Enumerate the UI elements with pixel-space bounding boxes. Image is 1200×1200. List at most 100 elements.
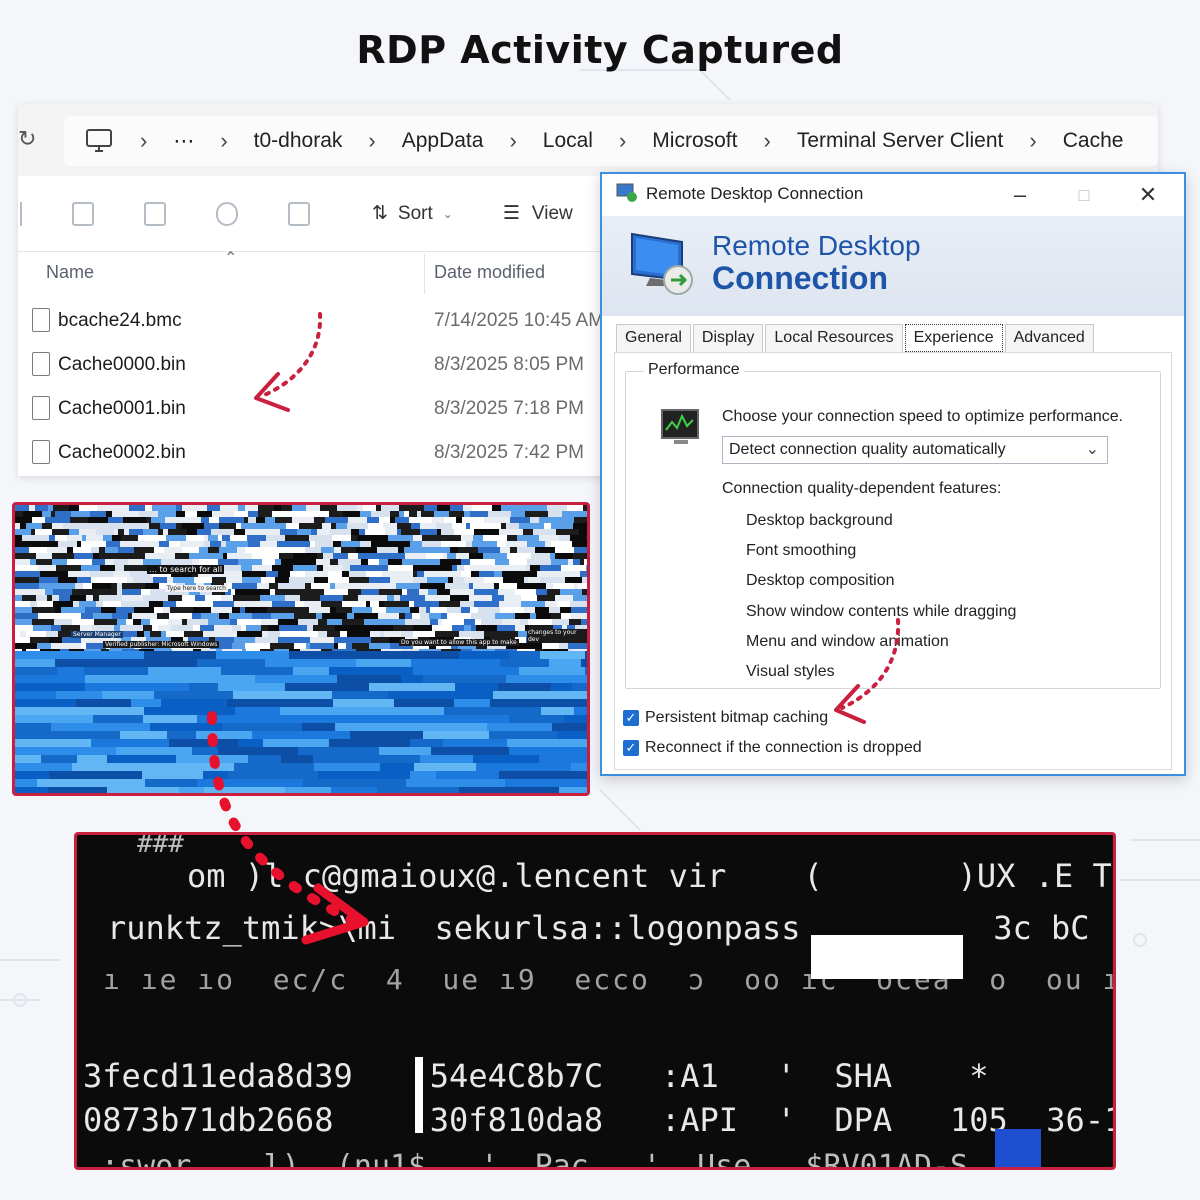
bitmap-tile [493,553,507,559]
tab-advanced[interactable]: Advanced [1004,324,1094,352]
bitmap-tile [38,565,56,571]
rename-icon[interactable] [144,201,166,226]
bitmap-tile [456,553,469,559]
minimize-button[interactable]: – [1000,180,1040,210]
refresh-icon[interactable]: ↻ [18,126,36,152]
connection-speed-select[interactable]: Detect connection quality automatically … [722,436,1108,464]
column-header-date-modified[interactable]: Date modified [434,262,545,283]
bitmap-tile [266,571,278,577]
tab-display[interactable]: Display [692,324,764,352]
sort-button[interactable]: ⇅ Sort ⌄ [372,202,453,225]
bitmap-tile [292,547,305,553]
share-icon[interactable] [216,201,238,226]
view-button[interactable]: ☰ View [503,202,573,225]
computer-icon[interactable] [84,128,114,154]
bitmap-tile [353,517,367,523]
bitmap-tile [535,547,555,553]
bitmap-tile [245,505,258,511]
bitmap-tile [277,541,301,547]
bitmap-tile [470,523,484,529]
bitmap-tile [92,583,111,589]
breadcrumb-item-terminal-server-client[interactable]: Terminal Server Client [797,129,1004,153]
bitmap-tile [349,571,366,577]
breadcrumb-item-local[interactable]: Local [543,129,593,153]
bitmap-tile [411,659,500,667]
bitmap-tile [114,529,118,535]
bitmap-tile [258,511,263,517]
delete-icon[interactable] [288,201,310,226]
bitmap-tile [413,577,427,583]
bitmap-tile [121,601,127,607]
bitmap-tile [252,613,271,619]
terminal-line: om )l.c@gmaioux@.lencent vir ( )UX .E T [187,857,1112,895]
bitmap-tile [278,619,298,625]
bitmap-tile [483,535,507,541]
tab-experience[interactable]: Experience [904,324,1003,352]
bitmap-tile [182,595,195,601]
close-button[interactable]: ✕ [1128,180,1168,210]
breadcrumb-item-cache[interactable]: Cache [1063,129,1124,153]
title-bar[interactable]: Remote Desktop Connection – □ ✕ [602,174,1184,216]
bitmap-tile [388,583,396,589]
bitmap-tile [292,517,314,523]
bitmap-tile [464,565,470,571]
bitmap-tile [568,739,587,747]
bitmap-tile [332,535,351,541]
bitmap-tile [484,517,499,523]
bitmap-tile [368,559,379,565]
file-name: bcache24.bmc [58,310,182,331]
new-icon[interactable] [18,201,22,226]
breadcrumb-overflow[interactable]: ⋯ [173,129,194,154]
bitmap-tile [26,523,42,529]
bitmap-tile [107,755,176,763]
bitmap-tile [113,571,130,577]
bitmap-tile [292,505,297,511]
bitmap-tile [266,535,285,541]
bitmap-tile [81,541,106,547]
bitmap-tile [93,595,99,601]
bitmap-tile [124,565,149,571]
bitmap-tile [317,553,323,559]
bitmap-tile [219,547,237,553]
bitmap-tile [230,619,237,625]
tab-local-resources[interactable]: Local Resources [765,324,903,352]
bitmap-tile [285,601,295,607]
bitmap-tile [307,625,313,631]
bitmap-tile [340,631,347,637]
breadcrumb-item-appdata[interactable]: AppData [402,129,484,153]
bitmap-tile [280,529,297,535]
bitmap-tile [405,613,412,619]
bitmap-tile [379,747,431,755]
bitmap-tile [413,667,519,675]
breadcrumb-item-microsoft[interactable]: Microsoft [652,129,737,153]
bitmap-tile [49,637,62,643]
bitmap-tile [208,535,218,541]
bitmap-tile [473,583,494,589]
bitmap-tile [114,559,128,565]
bitmap-tile [107,787,179,793]
bitmap-tile [261,577,275,583]
tab-general[interactable]: General [616,324,691,352]
bitmap-tile [49,535,55,541]
bitmap-tile [15,565,38,571]
breadcrumb[interactable]: › ⋯ › t0-dhorak › AppData › Local › Micr… [64,116,1158,166]
breadcrumb-item-user[interactable]: t0-dhorak [254,129,343,153]
bitmap-tile [407,589,419,595]
checkmark-icon: ✓ [623,740,639,756]
bitmap-tile [583,505,587,511]
bitmap-tile [52,595,59,601]
bitmap-tile [499,583,517,589]
column-divider[interactable] [424,254,425,294]
persistent-bitmap-caching-checkbox[interactable]: ✓ Persistent bitmap caching [623,709,828,727]
bitmap-tile [185,511,192,517]
copy-icon[interactable] [72,201,94,226]
bitmap-tile [61,607,85,613]
column-header-name[interactable]: Name [46,262,94,283]
bitmap-tile [369,643,390,649]
bitmap-tile [67,547,73,553]
reconnect-checkbox[interactable]: ✓ Reconnect if the connection is dropped [623,739,922,757]
bitmap-tile [163,601,176,607]
bitmap-tile [143,595,168,601]
bitmap-tile [183,517,201,523]
bitmap-tile [118,529,124,535]
